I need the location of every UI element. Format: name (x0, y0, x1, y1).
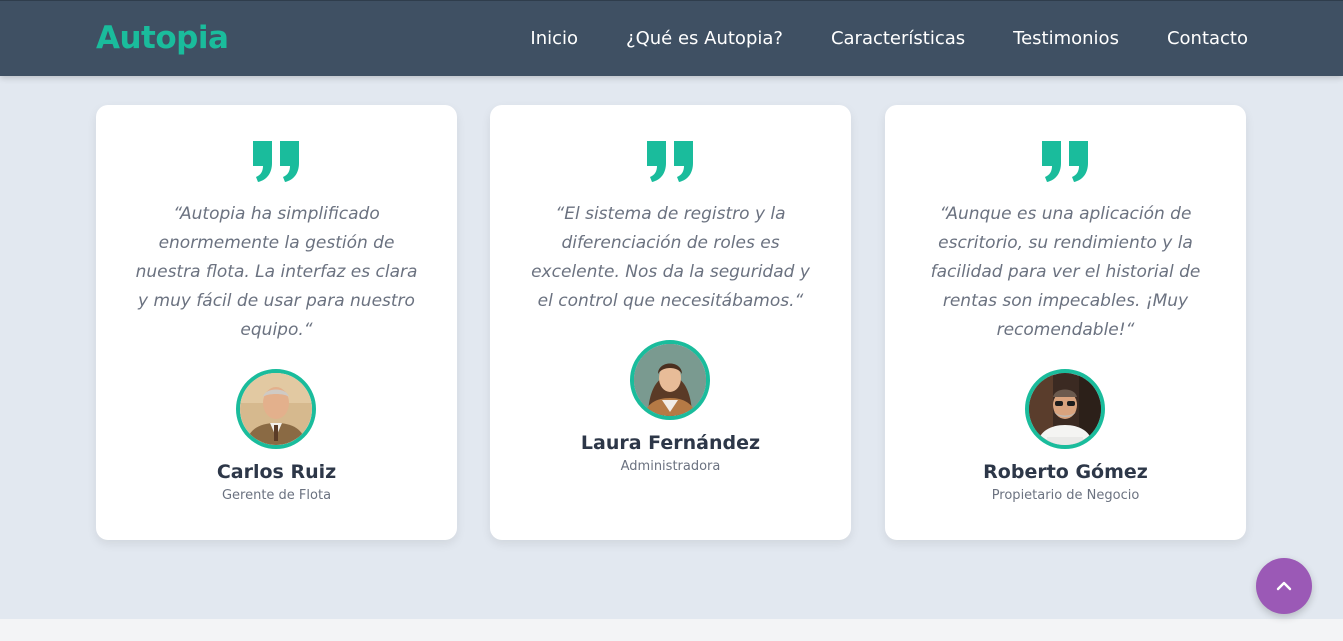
brand-logo[interactable]: Autopia (96, 20, 229, 56)
avatar-photo (634, 344, 706, 416)
chevron-up-icon (1276, 581, 1292, 591)
nav-link-inicio[interactable]: Inicio (530, 28, 578, 49)
quote-icon (253, 141, 299, 182)
author-role: Gerente de Flota (221, 488, 332, 503)
footer-strip (0, 619, 1343, 641)
nav-link-caracteristicas[interactable]: Características (831, 28, 965, 49)
nav-link-testimonios[interactable]: Testimonios (1013, 28, 1119, 49)
nav-link-que-es-autopia[interactable]: ¿Qué es Autopia? (626, 28, 783, 49)
testimonial-quote: “Aunque es una aplicación de escritorio,… (930, 204, 1201, 340)
quote-icon (1042, 141, 1088, 182)
nav-link-contacto[interactable]: Contacto (1167, 28, 1248, 49)
testimonial-card: “El sistema de registro y la diferenciac… (490, 105, 851, 540)
testimonials-section: “Autopia ha simplificado enormemente la … (0, 76, 1343, 619)
navbar: Autopia Inicio ¿Qué es Autopia? Caracter… (0, 0, 1343, 76)
author-name: Laura Fernández (580, 432, 761, 454)
testimonial-quote: “Autopia ha simplificado enormemente la … (135, 204, 418, 340)
author-role: Administradora (620, 459, 721, 474)
quote-icon (647, 141, 693, 182)
author-name: Roberto Gómez (983, 461, 1148, 483)
avatar-photo (240, 373, 312, 445)
author-role: Propietario de Negocio (991, 488, 1140, 503)
testimonial-card: “Autopia ha simplificado enormemente la … (96, 105, 457, 540)
avatar (1025, 369, 1105, 449)
avatar (630, 340, 710, 420)
avatar-photo (1029, 373, 1101, 445)
author-name: Carlos Ruiz (216, 461, 337, 483)
testimonial-card: “Aunque es una aplicación de escritorio,… (885, 105, 1246, 540)
nav-links: Inicio ¿Qué es Autopia? Características … (482, 28, 1248, 49)
testimonial-quote: “El sistema de registro y la diferenciac… (531, 204, 810, 311)
avatar (236, 369, 316, 449)
scroll-to-top-button[interactable] (1256, 558, 1312, 614)
